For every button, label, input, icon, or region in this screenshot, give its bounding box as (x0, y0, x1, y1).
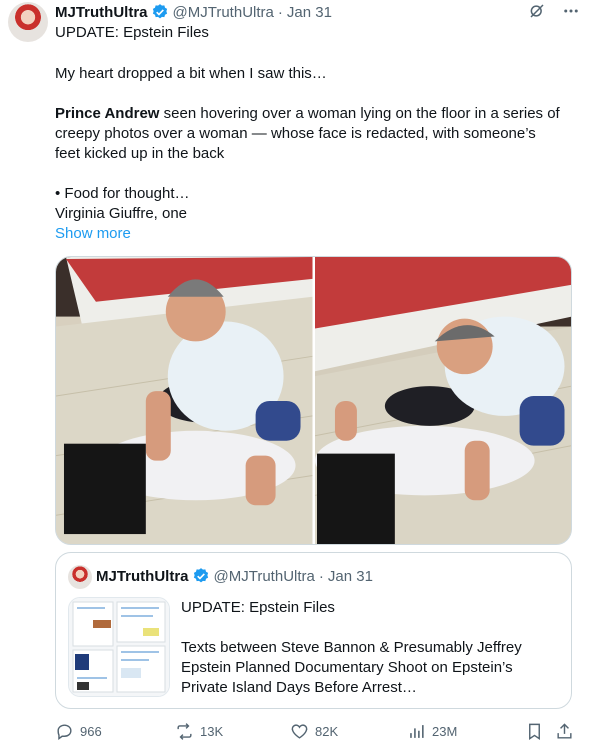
like-icon (290, 722, 309, 741)
views-button[interactable]: 23M (407, 722, 457, 741)
quote-thumbnail[interactable] (68, 597, 170, 697)
show-more-link[interactable]: Show more (55, 224, 131, 244)
like-button[interactable]: 82K (290, 722, 338, 741)
quote-header: MJTruthUltra @MJTruthUltra · Jan 31 (96, 567, 373, 585)
post-bold-name: Prince Andrew (55, 105, 160, 122)
post-text-line-3: Prince Andrew seen hovering over a woman… (55, 104, 577, 124)
post-text-line-1: UPDATE: Epstein Files (55, 24, 209, 41)
header-separator: · (277, 3, 283, 21)
reply-button[interactable]: 966 (55, 722, 102, 741)
quote-date[interactable]: Jan 31 (328, 568, 373, 585)
more-icon[interactable] (562, 2, 580, 24)
quote-text-line-2: Epstein Planned Documentary Shoot on Eps… (181, 659, 513, 676)
views-icon (407, 722, 426, 741)
like-count: 82K (315, 724, 339, 739)
action-bar: 966 13K 82K 23M (55, 720, 580, 742)
post-text-line-2: My heart dropped a bit when I saw this… (55, 65, 327, 82)
bookmark-button[interactable] (525, 722, 544, 741)
photo-right[interactable] (314, 257, 571, 544)
author-avatar[interactable] (8, 2, 48, 42)
reply-count: 966 (80, 724, 102, 739)
quote-text-line-3: Private Island Days Before Arrest… (181, 679, 417, 696)
quote-title: UPDATE: Epstein Files (181, 599, 335, 616)
media-grid (55, 256, 572, 545)
verified-badge-icon[interactable] (192, 567, 210, 585)
verified-badge-icon[interactable] (151, 3, 169, 21)
views-count: 23M (432, 724, 458, 739)
share-icon (555, 722, 574, 741)
repost-icon (175, 722, 194, 741)
post-header: MJTruthUltra @MJTruthUltra · Jan 31 (55, 2, 580, 22)
share-button[interactable] (555, 722, 574, 741)
post-text-line-3-rest: seen hovering over a woman lying on the … (159, 105, 560, 122)
photo-left[interactable] (56, 257, 313, 544)
quote-header-separator: · (318, 567, 324, 585)
repost-count: 13K (200, 724, 224, 739)
quote-author-avatar[interactable] (68, 565, 92, 589)
post-text-line-7: Virginia Giuffre, one (55, 205, 188, 222)
repost-button[interactable]: 13K (175, 722, 223, 741)
post-text-line-4: creepy photos over a woman — whose face … (55, 125, 536, 142)
author-handle[interactable]: @MJTruthUltra (173, 4, 274, 21)
quoted-post[interactable]: MJTruthUltra @MJTruthUltra · Jan 31 UPDA… (55, 552, 572, 709)
quote-author-handle[interactable]: @MJTruthUltra (214, 568, 315, 585)
quote-text-line-1: Texts between Steve Bannon & Presumably … (181, 639, 522, 656)
reply-icon (55, 722, 74, 741)
bookmark-icon (525, 722, 544, 741)
author-display-name[interactable]: MJTruthUltra (55, 4, 148, 21)
post-text-line-5: feet kicked up in the back (55, 145, 225, 162)
grok-icon[interactable] (528, 2, 546, 24)
post-text-line-6: • Food for thought… (55, 185, 190, 202)
post-date[interactable]: Jan 31 (287, 4, 332, 21)
quote-author-display-name[interactable]: MJTruthUltra (96, 568, 189, 585)
